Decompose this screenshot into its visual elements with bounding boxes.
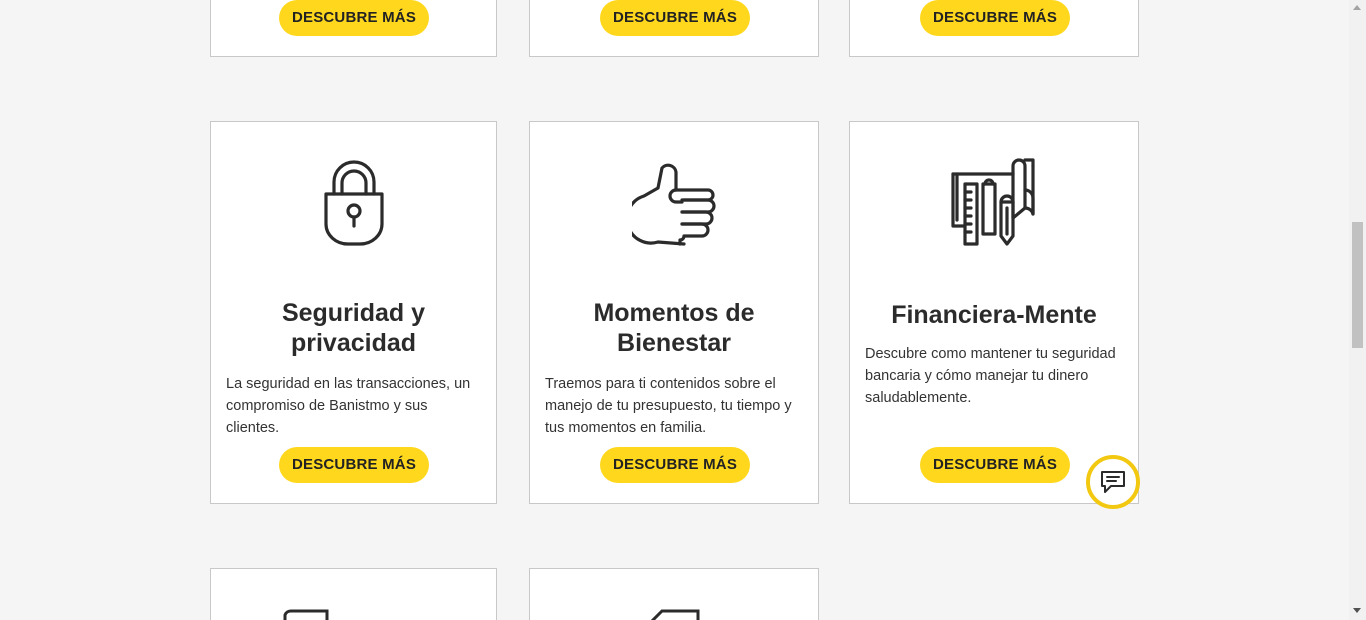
blueprint-tools-icon — [850, 158, 1138, 246]
chat-button[interactable] — [1086, 455, 1140, 509]
card-financiera-mente: Financiera-Mente Descubre como mantener … — [849, 121, 1139, 504]
vertical-scrollbar[interactable] — [1349, 0, 1366, 620]
card-bienestar: Momentos de Bienestar Traemos para ti co… — [529, 121, 819, 504]
card-description: Traemos para ti contenidos sobre el mane… — [545, 376, 792, 436]
card-top-3: DESCUBRE MÁS — [849, 0, 1139, 57]
page: DESCUBRE MÁS DESCUBRE MÁS DESCUBRE MÁS S… — [0, 0, 1366, 620]
card-top-1: DESCUBRE MÁS — [210, 0, 497, 57]
descubre-mas-button[interactable]: DESCUBRE MÁS — [600, 447, 750, 483]
card-title: Momentos de Bienestar — [593, 299, 755, 357]
card-description: Descubre como mantener tu seguridad banc… — [865, 346, 1116, 406]
card-icon — [283, 609, 329, 620]
descubre-mas-button[interactable]: DESCUBRE MÁS — [920, 0, 1070, 36]
scroll-up-arrow-icon[interactable] — [1353, 5, 1361, 10]
card-bottom-1 — [210, 568, 497, 620]
scroll-down-arrow-icon[interactable] — [1353, 608, 1361, 613]
padlock-icon — [211, 158, 496, 246]
card-description: La seguridad en las transacciones, un co… — [226, 376, 471, 436]
descubre-mas-button[interactable]: DESCUBRE MÁS — [600, 0, 750, 36]
card-title: Financiera-Mente — [891, 301, 1097, 329]
card-top-2: DESCUBRE MÁS — [529, 0, 819, 57]
descubre-mas-button[interactable]: DESCUBRE MÁS — [279, 447, 429, 483]
card-bottom-2 — [529, 568, 819, 620]
card-seguridad: Seguridad y privacidad La seguridad en l… — [210, 121, 497, 504]
scroll-thumb[interactable] — [1352, 222, 1363, 348]
chat-bubble-icon — [1101, 471, 1125, 493]
card-icon — [650, 609, 700, 620]
card-title: Seguridad y privacidad — [281, 299, 426, 357]
descubre-mas-button[interactable]: DESCUBRE MÁS — [279, 0, 429, 36]
descubre-mas-button[interactable]: DESCUBRE MÁS — [920, 447, 1070, 483]
thumbs-up-icon — [530, 158, 818, 246]
